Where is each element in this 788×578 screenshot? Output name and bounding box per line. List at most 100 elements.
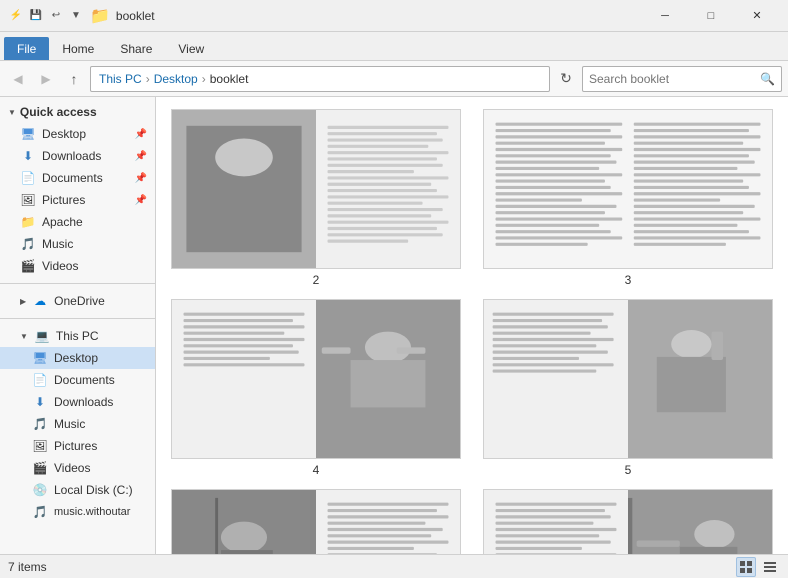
- search-input[interactable]: [589, 72, 756, 86]
- sidebar-item-thispc-documents[interactable]: 📄 Documents: [0, 369, 155, 391]
- thispc-pictures-icon: 🖼: [32, 438, 48, 454]
- minimize-button[interactable]: ─: [642, 0, 688, 32]
- addressbar: ◀ ▶ ↑ This PC › Desktop › booklet ↻ 🔍: [0, 61, 788, 97]
- sidebar-item-thispc-label: This PC: [56, 329, 99, 343]
- sidebar-item-apache-label: Apache: [42, 215, 83, 229]
- sidebar-item-thispc-downloads[interactable]: ⬇ Downloads: [0, 391, 155, 413]
- thumb-item-2[interactable]: 2: [168, 109, 464, 287]
- sidebar: ▼ Quick access 🖥 Desktop 📌 ⬇ Downloads 📌…: [0, 97, 156, 554]
- thumb-img-3: [483, 109, 773, 269]
- onedrive-icon: ☁: [32, 293, 48, 309]
- sidebar-item-videos[interactable]: 🎬 Videos: [0, 255, 155, 277]
- main-area: ▼ Quick access 🖥 Desktop 📌 ⬇ Downloads 📌…: [0, 97, 788, 554]
- view-details-button[interactable]: [760, 557, 780, 577]
- thispc-music2-icon: 🎵: [32, 504, 48, 520]
- sidebar-item-thispc-desktop-label: Desktop: [54, 351, 98, 365]
- sidebar-item-thispc-music-label: Music: [54, 417, 85, 431]
- thumb-img-4: [171, 299, 461, 459]
- sidebar-item-documents-label: Documents: [42, 171, 103, 185]
- thispc-videos-icon: 🎬: [32, 460, 48, 476]
- sidebar-item-apache[interactable]: 📁 Apache: [0, 211, 155, 233]
- tab-view[interactable]: View: [165, 37, 217, 60]
- sidebar-item-desktop[interactable]: 🖥 Desktop 📌: [0, 123, 155, 145]
- tab-home[interactable]: Home: [49, 37, 107, 60]
- sidebar-item-thispc-music2[interactable]: 🎵 music.withoutar: [0, 501, 155, 523]
- titlebar-icons: ⚡ 💾 ↩ ▼: [8, 8, 84, 24]
- save-icon[interactable]: 💾: [28, 8, 44, 24]
- pictures-icon: 🖼: [20, 192, 36, 208]
- close-button[interactable]: ✕: [734, 0, 780, 32]
- content-area: 2: [156, 97, 788, 554]
- sidebar-divider-2: [0, 318, 155, 319]
- quick-access-icon: ⚡: [8, 8, 24, 24]
- sidebar-item-thispc-documents-label: Documents: [54, 373, 115, 387]
- quick-access-label: Quick access: [20, 105, 97, 119]
- sidebar-item-thispc-pictures-label: Pictures: [54, 439, 97, 453]
- window-title: booklet: [116, 9, 636, 23]
- sidebar-item-thispc-pictures[interactable]: 🖼 Pictures: [0, 435, 155, 457]
- search-bar[interactable]: 🔍: [582, 66, 782, 92]
- quick-access-section: ▼ Quick access 🖥 Desktop 📌 ⬇ Downloads 📌…: [0, 97, 155, 281]
- onedrive-section: ▶ ☁ OneDrive: [0, 286, 155, 316]
- quick-access-header[interactable]: ▼ Quick access: [0, 101, 155, 123]
- sidebar-item-documents[interactable]: 📄 Documents 📌: [0, 167, 155, 189]
- breadcrumb-desktop[interactable]: Desktop: [154, 72, 198, 86]
- sidebar-item-thispc-videos[interactable]: 🎬 Videos: [0, 457, 155, 479]
- thumb-img-7: [483, 489, 773, 554]
- titlebar: ⚡ 💾 ↩ ▼ 📁 booklet ─ □ ✕: [0, 0, 788, 32]
- thumb-item-6[interactable]: 6: [168, 489, 464, 554]
- undo-icon[interactable]: ↩: [48, 8, 64, 24]
- forward-button[interactable]: ▶: [34, 67, 58, 91]
- sidebar-item-thispc[interactable]: ▼ 💻 This PC: [0, 325, 155, 347]
- breadcrumb-sep-1: ›: [146, 72, 150, 86]
- back-button[interactable]: ◀: [6, 67, 30, 91]
- thumb-item-7[interactable]: 7: [480, 489, 776, 554]
- breadcrumb-this-pc[interactable]: This PC: [99, 72, 142, 86]
- music-icon: 🎵: [20, 236, 36, 252]
- statusbar: 7 items: [0, 554, 788, 578]
- view-large-icon-button[interactable]: [736, 557, 756, 577]
- thumb-img-5: [483, 299, 773, 459]
- refresh-button[interactable]: ↻: [554, 67, 578, 91]
- ribbon: File Home Share View: [0, 32, 788, 61]
- thumb-item-4[interactable]: 4: [168, 299, 464, 477]
- thumb-item-3[interactable]: 3: [480, 109, 776, 287]
- maximize-button[interactable]: □: [688, 0, 734, 32]
- sidebar-item-onedrive[interactable]: ▶ ☁ OneDrive: [0, 290, 155, 312]
- breadcrumb-current: booklet: [210, 72, 249, 86]
- ribbon-tabs: File Home Share View: [0, 32, 788, 60]
- pin-icon-docs: 📌: [135, 173, 147, 184]
- thumbnails-grid: 2: [164, 105, 780, 554]
- sidebar-item-downloads[interactable]: ⬇ Downloads 📌: [0, 145, 155, 167]
- sidebar-item-thispc-videos-label: Videos: [54, 461, 90, 475]
- sidebar-divider-1: [0, 283, 155, 284]
- desktop-icon: 🖥: [20, 126, 36, 142]
- apache-icon: 📁: [20, 214, 36, 230]
- sidebar-item-downloads-label: Downloads: [42, 149, 101, 163]
- sidebar-item-thispc-desktop[interactable]: 🖥 Desktop: [0, 347, 155, 369]
- sidebar-item-desktop-label: Desktop: [42, 127, 86, 141]
- sidebar-item-music[interactable]: 🎵 Music: [0, 233, 155, 255]
- breadcrumb-sep-2: ›: [202, 72, 206, 86]
- quick-access-arrow: ▼: [8, 108, 16, 117]
- sidebar-item-thispc-local[interactable]: 💿 Local Disk (C:): [0, 479, 155, 501]
- thumb-item-5[interactable]: 5: [480, 299, 776, 477]
- breadcrumb[interactable]: This PC › Desktop › booklet: [90, 66, 550, 92]
- sidebar-item-videos-label: Videos: [42, 259, 78, 273]
- up-button[interactable]: ↑: [62, 67, 86, 91]
- view-controls: [736, 557, 780, 577]
- dropdown-icon[interactable]: ▼: [68, 8, 84, 24]
- item-count: 7 items: [8, 560, 47, 574]
- window-controls: ─ □ ✕: [642, 0, 780, 32]
- thumb-label-2: 2: [313, 273, 320, 287]
- thispc-desktop-icon: 🖥: [32, 350, 48, 366]
- downloads-icon: ⬇: [20, 148, 36, 164]
- tab-share[interactable]: Share: [107, 37, 165, 60]
- pin-icon-pics: 📌: [135, 195, 147, 206]
- sidebar-item-pictures[interactable]: 🖼 Pictures 📌: [0, 189, 155, 211]
- thispc-documents-icon: 📄: [32, 372, 48, 388]
- videos-icon: 🎬: [20, 258, 36, 274]
- sidebar-item-thispc-music[interactable]: 🎵 Music: [0, 413, 155, 435]
- tab-file[interactable]: File: [4, 37, 49, 60]
- sidebar-item-onedrive-label: OneDrive: [54, 294, 105, 308]
